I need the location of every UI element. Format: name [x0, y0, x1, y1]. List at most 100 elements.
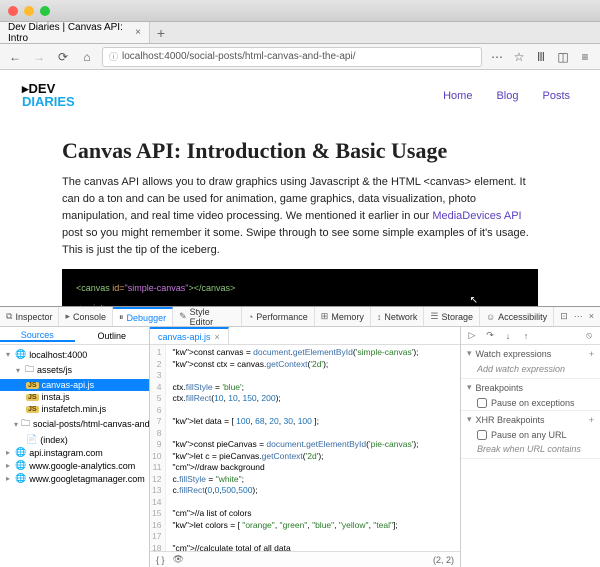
step-over-button[interactable]: ↷ [483, 330, 497, 341]
library-icon[interactable]: Ⅲ [532, 48, 550, 66]
devtools-tabstrip: ⧉Inspector ▸Console ⏸Debugger ✎Style Edi… [0, 307, 600, 327]
file-tab[interactable]: canvas-api.js× [150, 327, 229, 344]
dt-tab-debugger[interactable]: ⏸Debugger [113, 307, 173, 326]
tree-folder-social[interactable]: ▾🗀 social-posts/html-canvas-and-the-api [0, 415, 149, 433]
menu-icon[interactable]: ≡ [576, 48, 594, 66]
pause-exceptions-checkbox[interactable]: Pause on exceptions [461, 396, 600, 410]
line-gutter: 1234567891011121314151617181920212223242… [150, 345, 166, 551]
devtools-dock-icon[interactable]: ⊡ [560, 311, 568, 322]
forward-button[interactable]: → [30, 48, 48, 66]
tree-ext-instagram[interactable]: ▸🌐 api.instagram.com [0, 446, 149, 459]
debug-controls: ▷ ↷ ↓ ↑ ⦸ [461, 327, 600, 345]
deactivate-bp-button[interactable]: ⦸ [582, 330, 596, 341]
page-viewport: ▸DEV DIARIES Home Blog Posts Canvas API:… [0, 70, 600, 306]
minimize-window-button[interactable] [24, 6, 34, 16]
source-editor: canvas-api.js× 1234567891011121314151617… [150, 327, 460, 567]
code-lines[interactable]: "kw">const canvas = document.getElementB… [166, 345, 418, 551]
bookmark-icon[interactable]: ☆ [510, 48, 528, 66]
article-title: Canvas API: Introduction & Basic Usage [62, 138, 538, 164]
memory-icon: ⊞ [321, 311, 329, 322]
add-xhr-bp-icon[interactable]: + [589, 415, 594, 425]
watch-placeholder[interactable]: Add watch expression [461, 362, 600, 378]
tracking-icon[interactable]: ⋯ [488, 48, 506, 66]
dt-tab-storage[interactable]: ☰Storage [424, 307, 480, 326]
home-button[interactable]: ⌂ [78, 48, 96, 66]
tree-ext-ga[interactable]: ▸🌐 www.google-analytics.com [0, 459, 149, 472]
code-t1: <canvas [76, 283, 112, 293]
console-icon: ▸ [65, 311, 70, 322]
tree-host[interactable]: ▾🌐 localhost:4000 [0, 348, 149, 361]
devtools-more-icon[interactable]: ⋯ [574, 311, 583, 322]
dt-tab-network[interactable]: ↕Network [371, 307, 425, 326]
devtools-close-icon[interactable]: × [589, 311, 594, 322]
dt-tab-memory[interactable]: ⊞Memory [315, 307, 371, 326]
close-tab-icon[interactable]: × [135, 27, 141, 38]
code-t3: "simple-canvas" [125, 283, 189, 293]
nav-posts[interactable]: Posts [542, 90, 570, 102]
pause-any-url-checkbox[interactable]: Pause on any URL [461, 428, 600, 442]
mediadevices-link[interactable]: MediaDevices API [432, 210, 521, 222]
browser-toolbar: ← → ⟳ ⌂ ⓘ localhost:4000/social-posts/ht… [0, 44, 600, 70]
close-file-icon[interactable]: × [215, 332, 220, 342]
dt-tab-style[interactable]: ✎Style Editor [173, 307, 242, 326]
zoom-window-button[interactable] [40, 6, 50, 16]
sources-sidebar: Sources Outline ▾🌐 localhost:4000 ▾🗀 ass… [0, 327, 150, 567]
resume-button[interactable]: ▷ [465, 330, 479, 341]
dt-tab-perf[interactable]: ◔Performance [242, 307, 315, 326]
close-window-button[interactable] [8, 6, 18, 16]
perf-icon: ◔ [248, 312, 253, 322]
blackbox-icon[interactable]: 👁 [173, 554, 184, 565]
step-out-button[interactable]: ↑ [519, 331, 533, 341]
dt-tab-inspector[interactable]: ⧉Inspector [0, 307, 59, 326]
url-text: localhost:4000/social-posts/html-canvas-… [122, 51, 355, 62]
code-t4: ></canvas> [188, 283, 235, 293]
add-watch-icon[interactable]: + [589, 349, 594, 359]
tab-title: Dev Diaries | Canvas API: Intro [8, 22, 129, 44]
devtools: ⧉Inspector ▸Console ⏸Debugger ✎Style Edi… [0, 306, 600, 567]
network-icon: ↕ [377, 312, 382, 322]
debug-panel: ▷ ↷ ↓ ↑ ⦸ ▾Watch expressions+ Add watch … [460, 327, 600, 567]
breakpoints-header[interactable]: ▾Breakpoints [461, 379, 600, 396]
sidebar-icon[interactable]: ◫ [554, 48, 572, 66]
debugger-icon: ⏸ [119, 312, 124, 323]
new-tab-button[interactable]: + [150, 22, 172, 43]
code-t5: <script> [76, 303, 108, 306]
tree-ext-gtm[interactable]: ▸🌐 www.googletagmanager.com [0, 472, 149, 485]
sources-subtab-sources[interactable]: Sources [0, 330, 75, 342]
nav-home[interactable]: Home [443, 90, 472, 102]
watch-header[interactable]: ▾Watch expressions+ [461, 345, 600, 362]
info-icon: ⓘ [109, 50, 118, 63]
tree-file-insta[interactable]: JS insta.js [0, 391, 149, 403]
storage-icon: ☰ [430, 311, 438, 322]
traffic-lights [8, 6, 50, 16]
a11y-icon: ☺ [486, 312, 495, 322]
inspector-icon: ⧉ [6, 311, 12, 322]
code-snippet: <canvas id="simple-canvas"></canvas> <sc… [62, 269, 538, 306]
sources-tree: ▾🌐 localhost:4000 ▾🗀 assets/js JS canvas… [0, 345, 149, 567]
pretty-print-icon[interactable]: { } [156, 555, 165, 565]
xhr-bp-header[interactable]: ▾XHR Breakpoints+ [461, 411, 600, 428]
sources-subtab-outline[interactable]: Outline [75, 331, 150, 341]
tree-file-index[interactable]: 📄 (index) [0, 433, 149, 446]
code-t2: id= [112, 283, 124, 293]
reload-button[interactable]: ⟳ [54, 48, 72, 66]
site-nav: Home Blog Posts [443, 90, 570, 102]
cursor-position: (2, 2) [433, 555, 454, 565]
tree-folder-assets[interactable]: ▾🗀 assets/js [0, 361, 149, 379]
para-text-2: post so you might remember it some. Swip… [62, 227, 529, 256]
window-titlebar [0, 0, 600, 22]
tree-file-canvas[interactable]: JS canvas-api.js [0, 379, 149, 391]
xhr-placeholder[interactable]: Break when URL contains [461, 442, 600, 458]
style-icon: ✎ [179, 311, 187, 322]
editor-footer: { } 👁 (2, 2) [150, 551, 460, 567]
browser-tab[interactable]: Dev Diaries | Canvas API: Intro × [0, 22, 150, 43]
back-button[interactable]: ← [6, 48, 24, 66]
dt-tab-console[interactable]: ▸Console [59, 307, 113, 326]
step-in-button[interactable]: ↓ [501, 331, 515, 341]
cursor-icon: ↖ [470, 295, 478, 306]
url-bar[interactable]: ⓘ localhost:4000/social-posts/html-canva… [102, 47, 482, 67]
article-body: The canvas API allows you to draw graphi… [62, 174, 538, 259]
tree-file-instafetch[interactable]: JS instafetch.min.js [0, 403, 149, 415]
dt-tab-a11y[interactable]: ☺Accessibility [480, 307, 554, 326]
nav-blog[interactable]: Blog [496, 90, 518, 102]
